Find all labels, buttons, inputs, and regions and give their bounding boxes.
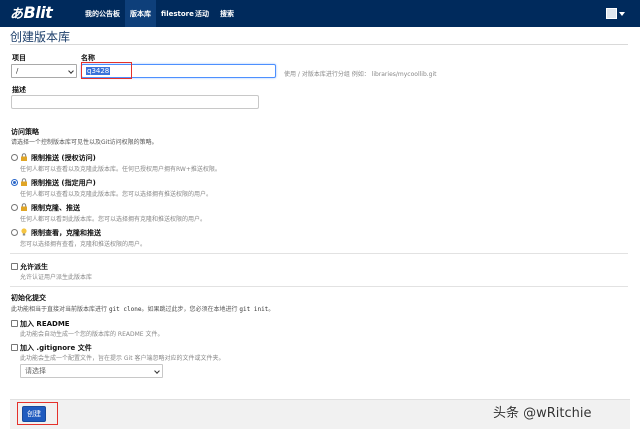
add-readme-desc: 此功能会自动生成一个您的版本库的 README 文件。	[20, 331, 164, 338]
add-gitignore-checkbox[interactable]	[11, 344, 18, 351]
divider	[10, 44, 628, 45]
access-option-label: 限制推送 (授权访问)	[31, 154, 96, 162]
bulb-icon	[21, 228, 27, 236]
watermark: 头条 @wRitchie	[493, 406, 592, 421]
git-init-command: git init	[239, 306, 269, 313]
divider	[10, 286, 628, 287]
access-option-label: 限制推送 (指定用户)	[31, 179, 96, 187]
init-commit-desc-post: 。	[268, 306, 275, 313]
access-radio-view[interactable]	[11, 229, 18, 236]
nav-item-dashboard[interactable]: 我的公告板	[80, 0, 125, 27]
access-option-desc: 任何人都可以看到此版本库。您可以选择拥有克隆和推送权限的用户。	[20, 216, 207, 223]
allow-fork-checkbox[interactable]	[11, 263, 18, 270]
add-readme-label: 加入 README	[20, 320, 70, 328]
access-option-label: 限制查看，克隆和推送	[31, 229, 101, 237]
create-highlight-box	[17, 402, 58, 425]
description-label: 描述	[12, 86, 26, 94]
add-readme-checkbox[interactable]	[11, 320, 18, 327]
project-select[interactable]: /	[11, 64, 77, 78]
nav-item-repositories[interactable]: 版本库	[125, 0, 156, 27]
divider	[10, 253, 628, 254]
add-gitignore-desc: 此功能会生成一个配置文件，旨在提示 Git 客户端忽略对应的文件或文件夹。	[20, 355, 225, 362]
chevron-down-icon	[68, 68, 74, 74]
name-hint: 使用 / 对版本库进行分组 例如： libraries/mycoollib.gi…	[284, 71, 437, 78]
git-clone-command: git clone	[108, 306, 142, 313]
access-radio-named[interactable]	[11, 179, 18, 186]
access-option-desc: 任何人都可以查看以及克隆此版本库。任何已授权用户拥有RW+推送权限。	[20, 166, 221, 173]
allow-fork-desc: 允许认证用户派生此版本库	[20, 274, 93, 281]
name-highlight-box	[81, 62, 132, 79]
nav-item-search[interactable]: 搜索	[215, 0, 239, 27]
user-menu[interactable]	[606, 8, 626, 20]
access-option-desc: 您可以选择拥有查看，克隆和推送权限的用户。	[20, 241, 147, 248]
brand-glyph: あ	[10, 7, 23, 22]
init-commit-desc-mid: 。如果跳过此步，您必须在本地进行	[141, 306, 238, 313]
nav-item-activity[interactable]: 活动	[190, 0, 214, 27]
lock-icon	[21, 178, 27, 186]
access-option-desc: 任何人都可以查看以及克隆此版本库。您可以选择拥有推送权限的用户。	[20, 191, 213, 198]
gitignore-select-value: 请选择	[25, 367, 46, 375]
init-commit-desc-pre: 此功能相当于直接对当前版本库进行	[11, 306, 108, 313]
access-policy-title: 访问策略	[11, 128, 39, 136]
access-option-label: 限制克隆、推送	[31, 204, 80, 212]
add-gitignore-label: 加入 .gitignore 文件	[20, 344, 92, 352]
chevron-down-icon	[154, 368, 160, 374]
init-commit-title: 初始化提交	[11, 294, 46, 302]
lock-icon	[21, 153, 27, 161]
access-policy-subtitle: 请选择一个控制版本库可见性以及Git访问权限的策略。	[11, 139, 158, 146]
chevron-down-icon	[619, 12, 625, 16]
gitignore-select[interactable]: 请选择	[20, 364, 163, 378]
avatar	[606, 8, 617, 19]
brand-name: Blit	[23, 3, 53, 22]
init-commit-desc: 此功能相当于直接对当前版本库进行 git clone。如果跳过此步，您必须在本地…	[11, 304, 274, 313]
page-title: 创建版本库	[10, 30, 71, 44]
access-radio-clone[interactable]	[11, 204, 18, 211]
lock-icon	[21, 203, 27, 211]
project-select-value: /	[16, 67, 19, 75]
access-radio-authenticated[interactable]	[11, 154, 18, 161]
brand-logo[interactable]: あBlit	[10, 3, 53, 22]
top-navbar: あBlit 我的公告板 版本库 filestore 活动 搜索	[0, 0, 640, 27]
allow-fork-label: 允许派生	[20, 263, 48, 271]
project-label: 项目	[12, 54, 26, 62]
description-input[interactable]	[11, 95, 259, 109]
